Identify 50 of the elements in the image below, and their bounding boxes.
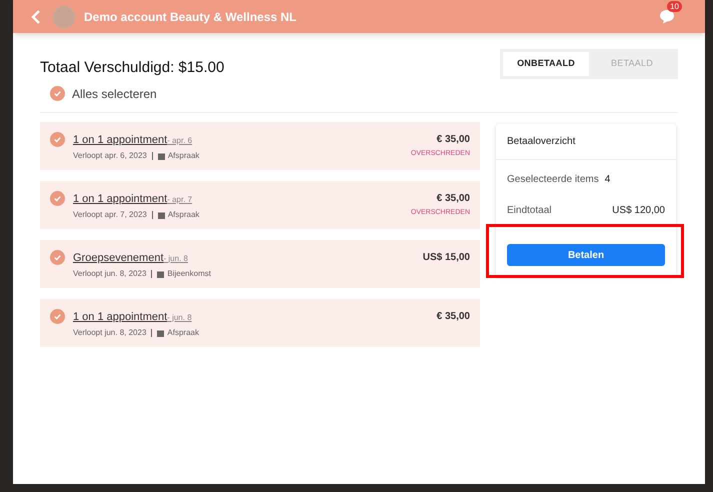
expiry-date: Verloopt apr. 7, 2023 bbox=[73, 209, 147, 221]
checkmark-icon bbox=[53, 89, 62, 98]
item-type: Afspraak bbox=[168, 150, 200, 162]
checkbox[interactable] bbox=[50, 132, 65, 146]
expiry-date: Verloopt apr. 6, 2023 bbox=[73, 150, 147, 162]
calendar-icon bbox=[157, 330, 164, 336]
item-amount: € 35,00 bbox=[436, 192, 470, 206]
item-amount: US$ 15,00 bbox=[422, 250, 470, 264]
item-type: Afspraak bbox=[167, 327, 199, 339]
item-date: - jun. 8 bbox=[167, 312, 192, 322]
calendar-icon bbox=[157, 270, 164, 278]
total-due: Totaal Verschuldigd: $15.00 bbox=[40, 58, 224, 78]
summary-value: 4 bbox=[604, 172, 610, 186]
item-type: Afspraak bbox=[168, 209, 200, 221]
checkmark-icon bbox=[53, 194, 62, 202]
item-title[interactable]: 1 on 1 appointment bbox=[73, 190, 168, 207]
item-type: Bijeenkomst bbox=[167, 268, 211, 280]
item-date: - apr. 6 bbox=[167, 136, 192, 145]
checkbox[interactable] bbox=[50, 190, 65, 206]
expiry-date: Verloopt jun. 8, 2023 bbox=[73, 327, 146, 339]
calendar-icon bbox=[158, 212, 165, 218]
invoice-item[interactable]: 1 on 1 appointment- jun. 8 Verloopt jun. 8, 2023 Afspraak € 35,00 bbox=[40, 298, 480, 346]
checkbox[interactable] bbox=[50, 250, 65, 264]
summary-label: Geselecteerde items bbox=[507, 172, 599, 186]
logo-icon bbox=[53, 6, 75, 28]
checkmark-icon bbox=[53, 252, 62, 262]
tab[interactable]: ONBETAALD bbox=[503, 52, 589, 76]
calendar-icon bbox=[158, 152, 165, 160]
item-amount: € 35,00 bbox=[436, 310, 470, 324]
notification-badge: 10 bbox=[667, 1, 682, 12]
checkbox[interactable] bbox=[50, 86, 65, 101]
summary-title: Betaaloverzicht bbox=[496, 124, 676, 160]
item-title[interactable]: Groepsevenement bbox=[73, 250, 164, 266]
chat-icon[interactable] bbox=[659, 9, 675, 24]
item-amount: € 35,00 bbox=[436, 132, 470, 146]
pay-button[interactable]: Betalen bbox=[507, 244, 665, 266]
summary-label: Eindtotaal bbox=[507, 204, 552, 218]
expiry-date: Verloopt jun. 8, 2023 bbox=[73, 268, 146, 280]
item-title[interactable]: 1 on 1 appointment bbox=[73, 308, 168, 325]
item-date: - jun. 8 bbox=[164, 252, 188, 264]
invoice-item[interactable]: Groepsevenement- jun. 8 Verloopt jun. 8, 2023 Bijeenkomst US$ 15,00 bbox=[40, 240, 480, 288]
account-title: Demo account Beauty & Wellness NL bbox=[84, 8, 296, 26]
summary-value: US$ 120,00 bbox=[612, 204, 665, 218]
select-all-label: Alles selecteren bbox=[72, 86, 157, 102]
checkmark-icon bbox=[53, 312, 62, 320]
checkmark-icon bbox=[53, 134, 62, 144]
item-date: - apr. 7 bbox=[167, 194, 192, 204]
back-icon[interactable] bbox=[31, 10, 41, 24]
checkbox[interactable] bbox=[50, 308, 65, 324]
item-title[interactable]: 1 on 1 appointment bbox=[73, 132, 168, 148]
